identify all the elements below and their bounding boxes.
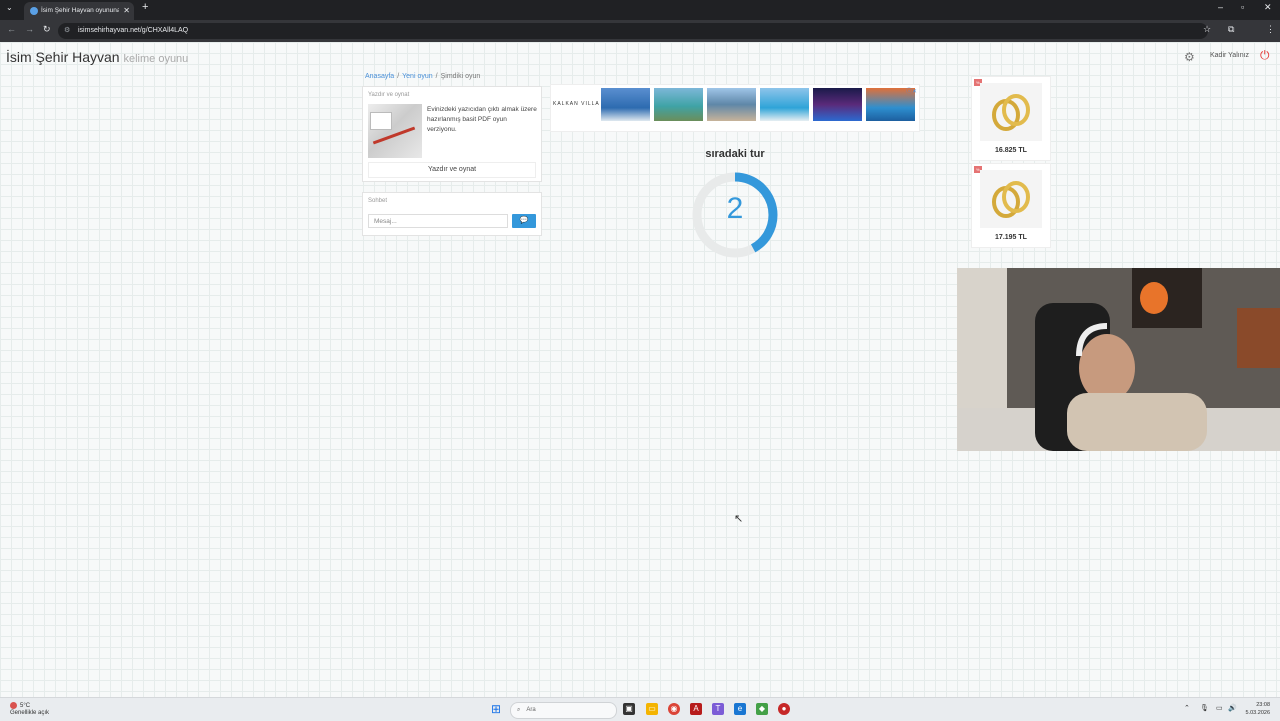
android-icon[interactable]: ◆ [756,703,768,715]
breadcrumb-home[interactable]: Anasayfa [365,73,394,80]
ring-product-image [980,170,1042,228]
tray-chevron-icon[interactable]: ⌃ [1184,704,1190,712]
mouse-cursor-icon: ↖ [734,513,744,525]
url-input[interactable]: ⚙ isimsehirhayvan.net/g/CHXAll4LAQ [58,23,1208,39]
browser-tab[interactable]: İsim Şehir Hayvan oyununa kat ✕ [24,2,134,20]
forward-icon[interactable]: → [25,24,34,34]
search-icon: ⌕ [517,707,521,713]
chrome-icon[interactable]: ◉ [668,703,680,715]
file-explorer-icon[interactable]: ▭ [646,703,658,715]
breadcrumb-new-game[interactable]: Yeni oyun [402,73,433,80]
network-icon[interactable]: ▭ [1216,704,1223,712]
reload-icon[interactable]: ↻ [43,24,51,35]
url-text: isimsehirhayvan.net/g/CHXAll4LAQ [78,27,189,34]
weather-widget[interactable]: 5°C Genellikle açık [10,702,49,717]
ad-logo: KALKAN VILLA [553,101,600,107]
taskbar-search[interactable]: ⌕ Ara [510,702,617,719]
chat-send-button[interactable]: 💬 [512,214,536,228]
countdown-number: 2 [726,192,744,225]
logout-power-icon[interactable]: ⏻ [1260,48,1270,63]
settings-gear-icon[interactable]: ⚙ [1184,50,1195,64]
next-round-title: sıradaki tur [705,148,765,160]
print-preview-image [368,104,422,158]
taskbar-clock[interactable]: 23:08 5.03.2026 [1240,701,1270,717]
back-icon[interactable]: ← [7,24,16,34]
microphone-icon[interactable]: 🎙 [1200,704,1209,712]
ring-product-image [980,83,1042,141]
extensions-icon[interactable]: ⧉ [1228,24,1234,35]
page-content: İsim Şehir Hayvan kelime oyunu ⚙ Kadir Y… [0,42,1280,697]
ad-image[interactable] [601,88,650,121]
start-windows-icon[interactable]: ⊞ [490,703,502,715]
bookmark-star-icon[interactable]: ☆ [1203,24,1211,35]
webcam-overlay [957,268,1280,451]
weather-temp: 5°C [20,703,31,710]
weather-icon [10,702,17,709]
print-panel: Yazdır ve oynat Evinizdeki yazıcıdan çık… [362,86,542,182]
teams-icon[interactable]: T [712,703,724,715]
tab-list-icon[interactable]: ⌄ [6,3,13,12]
product-price: 16.825 TL [995,147,1027,154]
new-tab-icon[interactable]: + [142,1,148,13]
ad-image[interactable] [760,88,809,121]
print-and-play-button[interactable]: Yazdır ve oynat [368,162,536,178]
site-brand[interactable]: İsim Şehir Hayvan kelime oyunu [6,49,188,65]
browser-tabbar: ⌄ İsim Şehir Hayvan oyununa kat ✕ + – ▫ … [0,0,1280,20]
volume-icon[interactable]: 🔊 [1228,704,1237,712]
taskbar-search-label: Ara [526,707,536,713]
ad-image[interactable] [707,88,756,121]
acrobat-icon[interactable]: A [690,703,702,715]
clock-time: 23:08 [1256,702,1270,708]
site-info-icon[interactable]: ⚙ [64,23,70,39]
product-price: 17.195 TL [995,234,1027,241]
address-bar-row: ← → ↻ ⚙ isimsehirhayvan.net/g/CHXAll4LAQ… [0,20,1280,57]
chat-bubble-icon: 💬 [519,217,529,224]
weather-text: Genellikle açık [10,710,50,717]
edge-icon[interactable]: e [734,703,746,715]
chat-message-input[interactable]: Mesaj... [368,214,508,228]
user-name[interactable]: Kadir Yalınız [1210,52,1249,59]
brand-title: İsim Şehir Hayvan [6,49,120,65]
tab-close-icon[interactable]: ✕ [123,2,130,20]
chat-panel: Sohbet Mesaj... 💬 [362,192,542,236]
breadcrumb: Anasayfa / Yeni oyun / Şimdiki oyun [365,73,481,80]
favicon-icon [30,7,38,15]
ad-image[interactable] [654,88,703,121]
tab-title: İsim Şehir Hayvan oyununa kat [41,7,119,14]
brand-subtitle: kelime oyunu [123,53,189,65]
ad-close-icon[interactable]: ⓘ✕ [906,86,917,95]
taskbar: 5°C Genellikle açık ⊞ ⌕ Ara ▣ ▭ ◉ A T e ◆… [0,697,1280,721]
minimize-icon[interactable]: – [1218,2,1223,12]
ad-image[interactable] [813,88,862,121]
ad-banner[interactable]: KALKAN VILLA ⓘ✕ [550,84,920,132]
clock-date: 5.03.2026 [1245,710,1270,716]
print-panel-heading: Yazdır ve oynat [368,92,410,98]
print-panel-text: Evinizdeki yazıcıdan çıktı almak üzere h… [427,106,537,133]
browser-menu-icon[interactable]: ⋮ [1266,24,1275,35]
product-card[interactable]: % 16.825 TL [971,76,1051,161]
breadcrumb-current: Şimdiki oyun [440,73,481,80]
maximize-icon[interactable]: ▫ [1241,2,1244,12]
chat-panel-heading: Sohbet [368,198,388,204]
app-icon[interactable]: ● [778,703,790,715]
task-view-icon[interactable]: ▣ [623,703,635,715]
window-close-icon[interactable]: ✕ [1264,2,1272,13]
product-card[interactable]: % 17.195 TL [971,163,1051,248]
